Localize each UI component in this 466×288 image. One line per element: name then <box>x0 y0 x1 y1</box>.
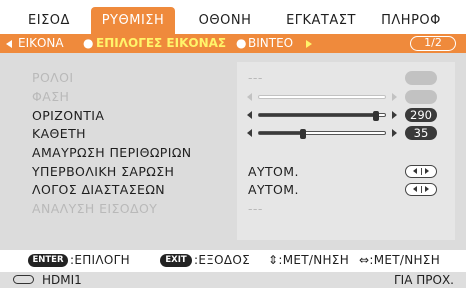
enter-key-icon: ENTER <box>28 254 68 267</box>
bullet-icon: ● <box>83 36 94 50</box>
exit-help-text: :ΕΞΟΔΟΣ <box>194 253 250 267</box>
exit-key-icon: EXIT <box>160 254 192 267</box>
setting-phase-label[interactable]: ΦΑΣΗ <box>32 89 69 104</box>
overscan-value: ΑΥΤΟΜ. <box>248 164 299 179</box>
setting-aspect-ratio-label[interactable]: ΛΟΓΟΣ ΔΙΑΣΤΑΣΕΩΝ <box>32 182 165 197</box>
phase-value-pill <box>405 90 437 104</box>
setting-horizontal-label[interactable]: ΟΡΙΖΟΝΤΙΑ <box>32 108 104 123</box>
setting-input-resolution-label[interactable]: ΑΝΑΛΥΣΗ ΕΙΣΟΔΟΥ <box>32 201 157 216</box>
help-bar: ENTER :ΕΠΙΛΟΓΗ EXIT :ΕΞΟΔΟΣ ⇕:ΜΕΤ/ΝΗΣΗ ⇔… <box>0 250 466 272</box>
aspect-ratio-value: ΑΥΤΟΜ. <box>248 182 299 197</box>
decrease-arrow-icon[interactable] <box>247 93 252 101</box>
input-resolution-value: --- <box>248 201 263 216</box>
sub-tab-bar: ΕΙΚΟΝΑ ● ΕΠΙΛΟΓΕΣ ΕΙΚΟΝΑΣ ● ΒΙΝΤΕΟ 1/2 <box>0 34 466 53</box>
left-arrow-icon[interactable] <box>413 186 417 192</box>
main-tab-bar: ΕΙΣΟΔ ΡΥΘΜΙΣΗ ΟΘΟΝΗ ΕΓΚΑΤΑΣΤ ΠΛΗΡΟΦ <box>0 0 466 34</box>
input-source: HDMI1 <box>42 273 82 287</box>
increase-arrow-icon[interactable] <box>392 129 397 137</box>
decrease-arrow-icon[interactable] <box>247 129 252 137</box>
page-indicator: 1/2 <box>410 36 456 51</box>
setting-clock-label[interactable]: ΡΟΛΟΙ <box>32 70 73 85</box>
tab-display[interactable]: ΟΘΟΝΗ <box>192 9 258 33</box>
right-arrow-icon[interactable] <box>425 168 429 174</box>
slider-handle[interactable] <box>373 111 380 121</box>
tab-setup[interactable]: ΡΥΘΜΙΣΗ <box>91 7 175 34</box>
subtab-picture-options[interactable]: ΕΠΙΛΟΓΕΣ ΕΙΚΟΝΑΣ <box>96 34 226 53</box>
aspect-ratio-selector[interactable] <box>405 183 437 196</box>
vertical-move-help-text: ⇕:ΜΕΤ/ΝΗΣΗ <box>268 253 350 267</box>
horizontal-slider[interactable] <box>247 110 397 121</box>
vertical-value: 35 <box>405 126 437 140</box>
clock-value-pill <box>405 71 437 85</box>
clock-value: --- <box>248 70 263 85</box>
subtab-video[interactable]: ΒΙΝΤΕΟ <box>248 34 293 53</box>
tab-info[interactable]: ΠΛΗΡΟΦ <box>372 9 450 33</box>
bullet-icon: ● <box>236 36 247 50</box>
setting-vertical-label[interactable]: ΚΑΘΕΤΗ <box>32 126 86 141</box>
horizontal-move-help-text: ⇔:ΜΕΤ/ΝΗΣΗ <box>359 253 441 267</box>
increase-arrow-icon[interactable] <box>392 93 397 101</box>
values-column <box>237 62 455 240</box>
phase-slider[interactable] <box>247 92 397 102</box>
subtab-picture[interactable]: ΕΙΚΟΝΑ <box>18 34 64 53</box>
mode-indicator: ΓΙΑ ΠΡΟΧ. <box>394 273 454 287</box>
overscan-selector[interactable] <box>405 165 437 178</box>
decrease-arrow-icon[interactable] <box>247 111 252 119</box>
setting-blanking-label[interactable]: ΑΜΑΥΡΩΣΗ ΠΕΡΙΘΩΡΙΩΝ <box>32 145 192 160</box>
tab-input[interactable]: ΕΙΣΟΔ <box>22 9 76 33</box>
scroll-left-arrow-icon[interactable] <box>6 40 12 48</box>
scroll-right-arrow-icon[interactable] <box>306 40 312 48</box>
hdmi-source-icon <box>13 275 34 284</box>
setting-overscan-label[interactable]: ΥΠΕΡΒΟΛΙΚΗ ΣΑΡΩΣΗ <box>32 164 174 179</box>
slider-handle[interactable] <box>300 129 307 139</box>
increase-arrow-icon[interactable] <box>392 111 397 119</box>
vertical-slider[interactable] <box>247 128 397 139</box>
horizontal-value: 290 <box>405 108 437 122</box>
enter-help-text: :ΕΠΙΛΟΓΗ <box>70 253 130 267</box>
tab-installation[interactable]: ΕΓΚΑΤΑΣΤ <box>280 9 362 33</box>
left-arrow-icon[interactable] <box>413 168 417 174</box>
right-arrow-icon[interactable] <box>425 186 429 192</box>
status-bar: HDMI1 ΓΙΑ ΠΡΟΧ. <box>0 272 466 288</box>
